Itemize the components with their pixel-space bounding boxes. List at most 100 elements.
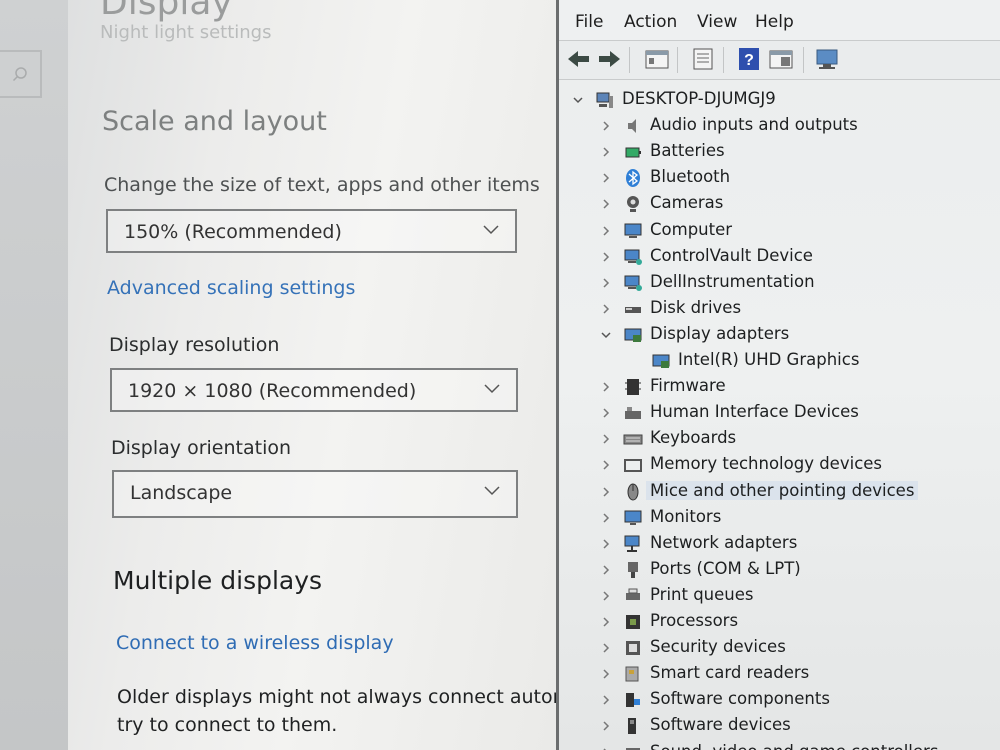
chevron-right-icon[interactable] bbox=[601, 720, 611, 732]
tree-item-label: Network adapters bbox=[650, 532, 798, 552]
tree-item-label: Audio inputs and outputs bbox=[650, 115, 858, 135]
device-manager-window: File Action View Help ? DESKTOP-DJUMGJ9 … bbox=[556, 0, 1000, 750]
chevron-right-icon[interactable] bbox=[601, 668, 611, 680]
tree-item-label: Sound, video and game controllers bbox=[650, 742, 938, 750]
menu-help[interactable]: Help bbox=[755, 12, 794, 32]
menu-action[interactable]: Action bbox=[624, 12, 677, 32]
display-adapter-icon bbox=[652, 354, 670, 368]
chevron-right-icon[interactable] bbox=[601, 251, 611, 263]
tree-item-label: ControlVault Device bbox=[650, 245, 813, 265]
search-button[interactable] bbox=[0, 50, 42, 98]
tree-category[interactable]: ControlVault Device bbox=[559, 244, 1000, 270]
tree-category[interactable]: Security devices bbox=[559, 635, 1000, 661]
chevron-right-icon[interactable] bbox=[601, 747, 611, 750]
chevron-right-icon[interactable] bbox=[601, 486, 611, 498]
chevron-right-icon[interactable] bbox=[601, 303, 611, 315]
tree-category[interactable]: Ports (COM & LPT) bbox=[559, 557, 1000, 583]
tree-category[interactable]: Computer bbox=[559, 218, 1000, 244]
tree-category[interactable]: Bluetooth bbox=[559, 165, 1000, 191]
help-icon[interactable]: ? bbox=[735, 46, 763, 72]
tree-item-label: Intel(R) UHD Graphics bbox=[678, 350, 860, 369]
tree-item-label: Smart card readers bbox=[650, 663, 810, 683]
computer-root-icon bbox=[596, 92, 613, 108]
toolbar-separator bbox=[677, 47, 678, 73]
page-title: Display bbox=[100, 0, 233, 23]
tree-item-label: Print queues bbox=[650, 584, 754, 604]
device-tree: DESKTOP-DJUMGJ9 Audio inputs and outputs B… bbox=[559, 80, 1000, 750]
tree-category[interactable]: Audio inputs and outputs bbox=[559, 113, 1000, 139]
monitor-icon bbox=[624, 510, 642, 525]
chevron-right-icon[interactable] bbox=[601, 407, 611, 419]
tree-category[interactable]: Mice and other pointing devices bbox=[559, 479, 1000, 505]
toolbar-separator bbox=[629, 47, 630, 73]
tree-category[interactable]: DellInstrumentation bbox=[559, 270, 1000, 296]
tree-category[interactable]: Processors bbox=[559, 609, 1000, 635]
tree-category[interactable]: Smart card readers bbox=[559, 661, 1000, 687]
forward-arrow-icon[interactable] bbox=[595, 46, 623, 72]
tree-category[interactable]: Display adapters bbox=[559, 322, 1000, 348]
toolbar-separator bbox=[723, 47, 724, 73]
chevron-right-icon[interactable] bbox=[601, 381, 611, 393]
resolution-dropdown[interactable]: 1920 × 1080 (Recommended) bbox=[110, 368, 518, 412]
orientation-dropdown-value: Landscape bbox=[130, 482, 233, 504]
advanced-scaling-link[interactable]: Advanced scaling settings bbox=[107, 277, 355, 299]
device-icon bbox=[624, 249, 642, 265]
security-icon bbox=[626, 641, 640, 656]
night-light-link[interactable]: Night light settings bbox=[100, 22, 271, 43]
properties-icon[interactable] bbox=[643, 46, 671, 72]
tree-category[interactable]: Keyboards bbox=[559, 426, 1000, 452]
chevron-right-icon[interactable] bbox=[601, 616, 611, 628]
tree-category[interactable]: Disk drives bbox=[559, 296, 1000, 322]
monitor-scan-icon[interactable] bbox=[813, 46, 841, 72]
chevron-right-icon[interactable] bbox=[601, 642, 611, 654]
chevron-right-icon[interactable] bbox=[601, 512, 611, 524]
tree-category[interactable]: Human Interface Devices bbox=[559, 400, 1000, 426]
chevron-right-icon[interactable] bbox=[601, 198, 611, 210]
scale-section-heading: Scale and layout bbox=[102, 106, 327, 137]
chevron-right-icon[interactable] bbox=[601, 694, 611, 706]
tree-category[interactable]: Sound, video and game controllers bbox=[559, 740, 1000, 750]
search-icon bbox=[12, 67, 27, 82]
tree-category[interactable]: Software devices bbox=[559, 713, 1000, 739]
tree-category[interactable]: Cameras bbox=[559, 191, 1000, 217]
tree-root-computer[interactable]: DESKTOP-DJUMGJ9 bbox=[559, 87, 1000, 113]
back-arrow-icon[interactable] bbox=[565, 46, 593, 72]
menu-bar: File Action View Help bbox=[559, 0, 1000, 40]
orientation-dropdown[interactable]: Landscape bbox=[112, 470, 518, 518]
chevron-right-icon[interactable] bbox=[601, 277, 611, 289]
tree-item-label: Processors bbox=[650, 611, 739, 630]
tree-category[interactable]: Print queues bbox=[559, 583, 1000, 609]
svg-text:?: ? bbox=[744, 52, 754, 69]
tree-item-label: Memory technology devices bbox=[650, 454, 883, 474]
chevron-right-icon[interactable] bbox=[601, 590, 611, 602]
settings-window: Display Night light settings Scale and l… bbox=[0, 0, 558, 750]
chevron-right-icon[interactable] bbox=[601, 120, 611, 132]
menu-file[interactable]: File bbox=[575, 12, 603, 32]
wireless-display-link[interactable]: Connect to a wireless display bbox=[116, 632, 394, 654]
chevron-right-icon[interactable] bbox=[601, 172, 611, 184]
menu-view[interactable]: View bbox=[697, 12, 737, 32]
chevron-right-icon[interactable] bbox=[601, 433, 611, 445]
tree-category[interactable]: Network adapters bbox=[559, 531, 1000, 557]
view-icon[interactable] bbox=[767, 46, 795, 72]
tree-category[interactable]: Batteries bbox=[559, 139, 1000, 165]
chevron-right-icon[interactable] bbox=[601, 225, 611, 237]
chevron-right-icon[interactable] bbox=[601, 538, 611, 550]
software-device-icon bbox=[628, 718, 636, 735]
tree-device[interactable]: Intel(R) UHD Graphics bbox=[559, 348, 1000, 374]
chevron-down-icon[interactable] bbox=[573, 94, 583, 106]
list-icon[interactable] bbox=[689, 46, 717, 72]
tree-item-label: Cameras bbox=[650, 193, 724, 213]
tree-category[interactable]: Memory technology devices bbox=[559, 452, 1000, 478]
chevron-right-icon[interactable] bbox=[601, 459, 611, 471]
memory-icon bbox=[624, 459, 642, 473]
chevron-right-icon[interactable] bbox=[601, 564, 611, 576]
tree-category[interactable]: Firmware bbox=[559, 374, 1000, 400]
tree-item-label: Software devices bbox=[650, 715, 791, 735]
tree-item-label: DESKTOP-DJUMGJ9 bbox=[622, 89, 776, 108]
chevron-right-icon[interactable] bbox=[601, 146, 611, 158]
chevron-down-icon[interactable] bbox=[601, 329, 611, 341]
tree-category[interactable]: Monitors bbox=[559, 505, 1000, 531]
scale-dropdown[interactable]: 150% (Recommended) bbox=[106, 209, 517, 253]
tree-category[interactable]: Software components bbox=[559, 687, 1000, 713]
